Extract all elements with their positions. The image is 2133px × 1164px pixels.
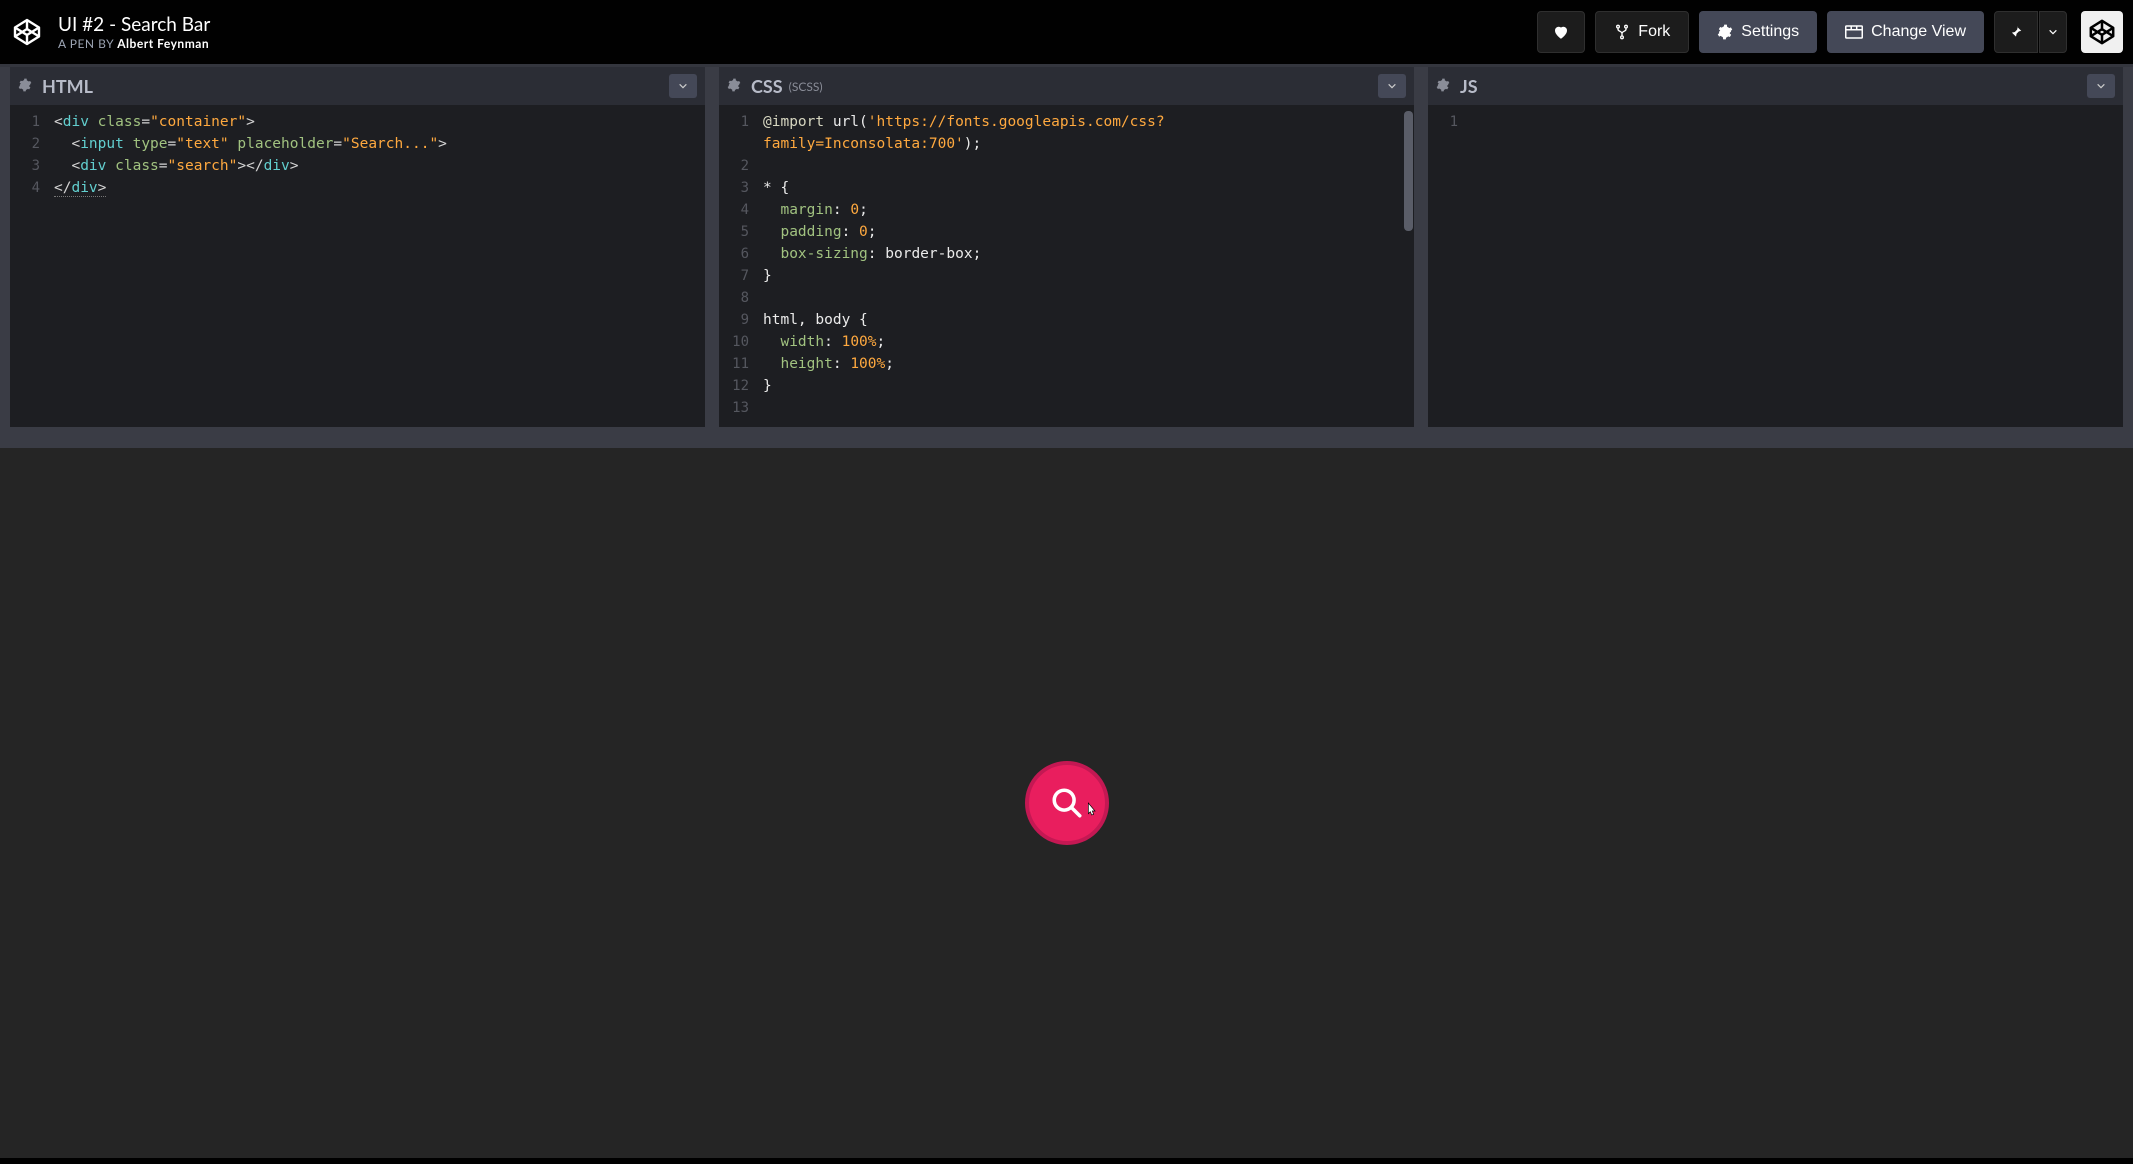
codepen-logo-icon [2088,18,2116,46]
editor-subtitle: (SCSS) [789,79,823,94]
heart-button[interactable] [1537,11,1585,53]
code-area[interactable] [1464,105,2123,427]
pin-button[interactable] [1994,11,2038,53]
chevron-down-icon [2096,81,2106,91]
editor-header-html: HTML [10,67,705,105]
byline-prefix: A PEN BY [58,36,117,51]
editor-title: JS [1460,75,1478,97]
preview-pane[interactable] [0,448,2133,1158]
pin-icon [2009,25,2023,39]
profile-menu[interactable] [2081,11,2123,53]
fork-button[interactable]: Fork [1595,11,1689,53]
editor-panel-html: HTML 1234 <div class="container"> <input… [10,67,705,427]
change-view-button[interactable]: Change View [1827,11,1984,53]
heart-icon [1552,23,1570,41]
scrollbar-thumb[interactable] [1404,111,1413,231]
editor-body-html[interactable]: 1234 <div class="container"> <input type… [10,105,705,427]
line-gutter: 1234 [10,105,46,427]
editor-body-js[interactable]: 1 [1428,105,2123,427]
fork-icon [1614,24,1630,40]
codepen-logo[interactable] [10,15,44,49]
settings-button[interactable]: Settings [1699,11,1817,53]
collapse-button[interactable] [1378,74,1406,98]
pin-dropdown-button[interactable] [2039,11,2067,53]
chevron-down-icon [1387,81,1397,91]
bottom-bar [0,1158,2133,1164]
code-area[interactable]: @import url('https://fonts.googleapis.co… [755,105,1414,427]
collapse-button[interactable] [2087,74,2115,98]
pen-info: UI #2 - Search Bar A PEN BY Albert Feynm… [58,13,210,51]
gear-icon[interactable] [18,77,32,96]
search-icon [1050,786,1084,820]
editor-panel-js: JS 1 [1428,67,2123,427]
editor-header-css: CSS (SCSS) [719,67,1414,105]
pen-author[interactable]: Albert Feynman [117,36,209,51]
gear-icon[interactable] [1436,77,1450,96]
editor-body-css[interactable]: 1 2345678910111213 @import url('https://… [719,105,1414,427]
editors-row: HTML 1234 <div class="container"> <input… [0,64,2133,434]
gear-icon [1717,24,1733,40]
editor-panel-css: CSS (SCSS) 1 2345678910111213 @import ur… [719,67,1414,427]
editor-title: HTML [42,75,93,97]
collapse-button[interactable] [669,74,697,98]
pen-byline: A PEN BY Albert Feynman [58,36,210,51]
chevron-down-icon [678,81,688,91]
settings-label: Settings [1741,23,1799,41]
app-header: UI #2 - Search Bar A PEN BY Albert Feynm… [0,0,2133,64]
fork-label: Fork [1638,23,1670,41]
editor-header-js: JS [1428,67,2123,105]
vertical-resizer[interactable] [0,434,2133,448]
pen-title[interactable]: UI #2 - Search Bar [58,13,210,36]
change-view-label: Change View [1871,23,1966,41]
preview-search-button[interactable] [1025,761,1109,845]
layout-icon [1845,25,1863,39]
editor-title: CSS [751,75,783,97]
chevron-down-icon [2048,27,2058,37]
line-gutter: 1 [1428,105,1464,427]
cursor-pointer-icon [1083,801,1099,821]
code-area[interactable]: <div class="container"> <input type="tex… [46,105,705,427]
line-gutter: 1 2345678910111213 [719,105,755,427]
header-actions: Fork Settings Change View [1537,11,2123,53]
gear-icon[interactable] [727,77,741,96]
